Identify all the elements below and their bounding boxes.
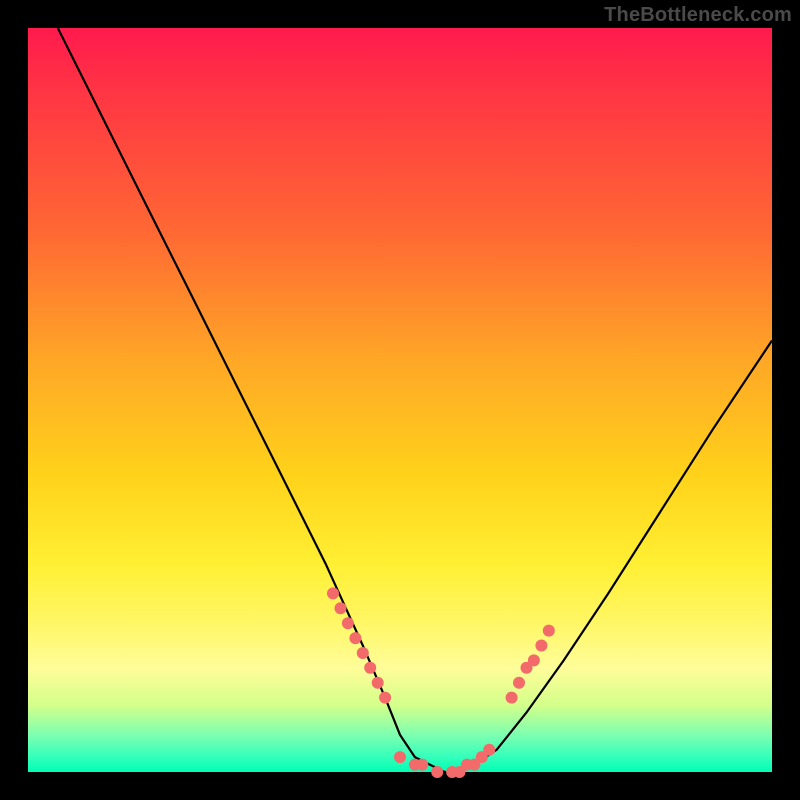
highlight-dot xyxy=(335,602,347,614)
highlight-dot xyxy=(342,617,354,629)
highlight-dot xyxy=(379,692,391,704)
highlight-dot xyxy=(372,677,384,689)
highlight-dot xyxy=(349,632,361,644)
highlight-dots xyxy=(327,587,555,778)
highlight-dot xyxy=(506,692,518,704)
highlight-dot xyxy=(431,766,443,778)
highlight-dot xyxy=(416,759,428,771)
highlight-dot xyxy=(483,744,495,756)
highlight-dot xyxy=(543,625,555,637)
chart-frame: TheBottleneck.com xyxy=(0,0,800,800)
highlight-dot xyxy=(327,587,339,599)
plot-area xyxy=(28,28,772,772)
bottleneck-curve xyxy=(58,28,772,772)
highlight-dot xyxy=(364,662,376,674)
highlight-dot xyxy=(394,751,406,763)
curve-svg xyxy=(28,28,772,772)
highlight-dot xyxy=(528,654,540,666)
highlight-dot xyxy=(535,640,547,652)
highlight-dot xyxy=(357,647,369,659)
watermark-text: TheBottleneck.com xyxy=(604,4,792,27)
highlight-dot xyxy=(513,677,525,689)
